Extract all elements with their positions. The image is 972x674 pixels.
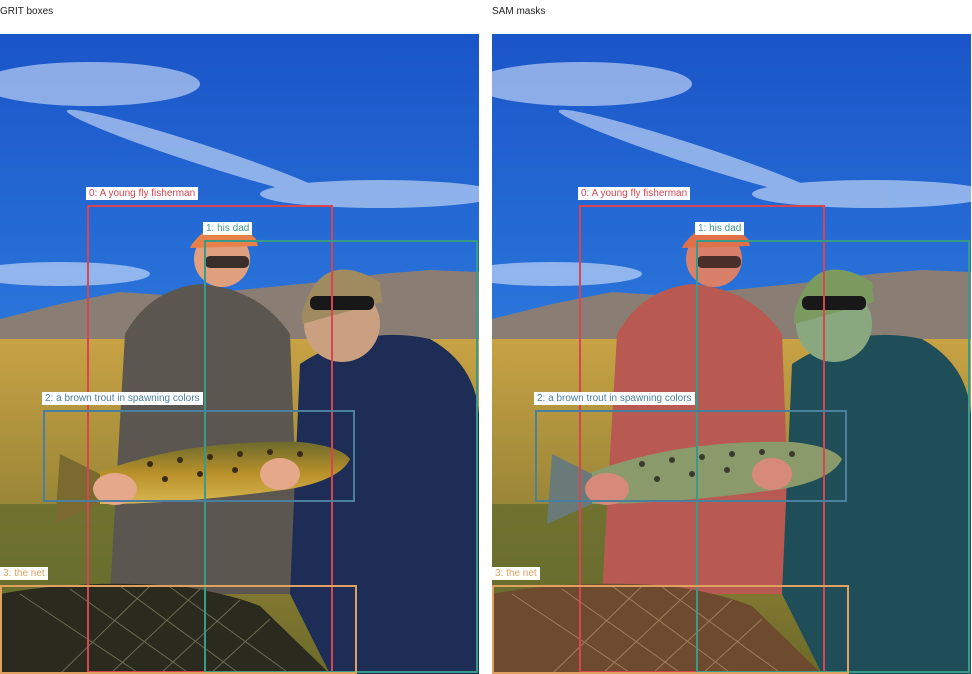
photo-scene-masked [492, 34, 971, 674]
dad-mask [782, 334, 971, 674]
young-sunglasses [697, 256, 741, 268]
grit-boxes-panel: 0: A young fly fisherman 1: his dad 2: a… [0, 34, 479, 674]
label-dad: 1: his dad [203, 222, 253, 235]
label-net: 3: the net [0, 567, 48, 580]
left-panel-title: GRIT boxes [0, 6, 54, 17]
sam-masks-panel: 0: A young fly fisherman 1: his dad 2: a… [492, 34, 971, 674]
dad-jacket [290, 334, 479, 674]
photo-scene [0, 34, 479, 674]
right-hand [260, 458, 300, 490]
dad-sunglasses [802, 296, 866, 310]
right-panel-title: SAM masks [492, 6, 546, 17]
label-dad: 1: his dad [695, 222, 745, 235]
dad-sunglasses [310, 296, 374, 310]
label-trout: 2: a brown trout in spawning colors [534, 392, 695, 405]
label-net: 3: the net [492, 567, 540, 580]
label-trout: 2: a brown trout in spawning colors [42, 392, 203, 405]
right-hand [752, 458, 792, 490]
young-sunglasses [205, 256, 249, 268]
label-young-fisherman: 0: A young fly fisherman [86, 187, 199, 200]
label-young-fisherman: 0: A young fly fisherman [578, 187, 691, 200]
